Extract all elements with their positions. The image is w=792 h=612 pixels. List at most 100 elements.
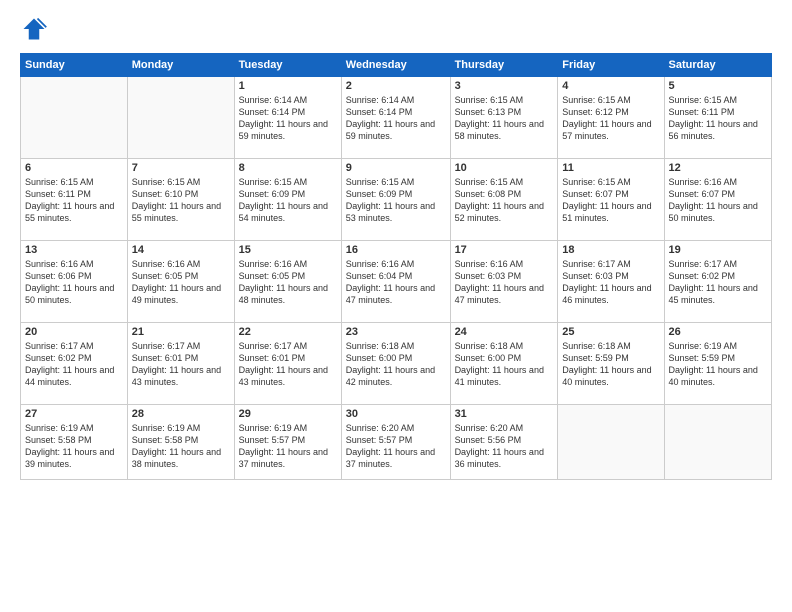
calendar-cell: 1 Sunrise: 6:14 AM Sunset: 6:14 PM Daylig…: [234, 77, 341, 159]
day-info: Sunrise: 6:14 AM Sunset: 6:14 PM Dayligh…: [346, 94, 446, 143]
day-info: Sunrise: 6:16 AM Sunset: 6:05 PM Dayligh…: [132, 258, 230, 307]
day-number: 4: [562, 80, 659, 92]
day-number: 3: [455, 80, 554, 92]
calendar-cell: 9 Sunrise: 6:15 AM Sunset: 6:09 PM Daylig…: [341, 159, 450, 241]
day-number: 16: [346, 244, 446, 256]
day-info: Sunrise: 6:17 AM Sunset: 6:03 PM Dayligh…: [562, 258, 659, 307]
day-info: Sunrise: 6:15 AM Sunset: 6:11 PM Dayligh…: [25, 176, 123, 225]
calendar-week-2: 6 Sunrise: 6:15 AM Sunset: 6:11 PM Daylig…: [21, 159, 772, 241]
calendar-cell: 31 Sunrise: 6:20 AM Sunset: 5:56 PM Dayli…: [450, 405, 558, 480]
day-number: 28: [132, 408, 230, 420]
day-number: 11: [562, 162, 659, 174]
calendar-cell: 22 Sunrise: 6:17 AM Sunset: 6:01 PM Dayli…: [234, 323, 341, 405]
calendar-cell: 2 Sunrise: 6:14 AM Sunset: 6:14 PM Daylig…: [341, 77, 450, 159]
calendar-cell: 14Sunrise: 6:16 AM Sunset: 6:05 PM Dayli…: [127, 241, 234, 323]
day-number: 21: [132, 326, 230, 338]
calendar-cell: 10Sunrise: 6:15 AM Sunset: 6:08 PM Dayli…: [450, 159, 558, 241]
calendar-cell: 17 Sunrise: 6:16 AM Sunset: 6:03 PM Dayli…: [450, 241, 558, 323]
day-number: 27: [25, 408, 123, 420]
weekday-header-friday: Friday: [558, 54, 664, 77]
calendar-cell: 3 Sunrise: 6:15 AM Sunset: 6:13 PM Daylig…: [450, 77, 558, 159]
calendar-cell: 26Sunrise: 6:19 AM Sunset: 5:59 PM Dayli…: [664, 323, 771, 405]
day-number: 1: [239, 80, 337, 92]
calendar-cell: 13 Sunrise: 6:16 AM Sunset: 6:06 PM Dayli…: [21, 241, 128, 323]
calendar-cell: [127, 77, 234, 159]
calendar-cell: 11Sunrise: 6:15 AM Sunset: 6:07 PM Dayli…: [558, 159, 664, 241]
day-info: Sunrise: 6:16 AM Sunset: 6:05 PM Dayligh…: [239, 258, 337, 307]
calendar-week-4: 20 Sunrise: 6:17 AM Sunset: 6:02 PM Dayli…: [21, 323, 772, 405]
day-number: 7: [132, 162, 230, 174]
calendar-cell: 4 Sunrise: 6:15 AM Sunset: 6:12 PM Daylig…: [558, 77, 664, 159]
day-info: Sunrise: 6:17 AM Sunset: 6:02 PM Dayligh…: [25, 340, 123, 389]
day-info: Sunrise: 6:20 AM Sunset: 5:57 PM Dayligh…: [346, 422, 446, 471]
day-number: 13: [25, 244, 123, 256]
day-info: Sunrise: 6:19 AM Sunset: 5:58 PM Dayligh…: [25, 422, 123, 471]
day-number: 5: [669, 80, 767, 92]
calendar-cell: 18 Sunrise: 6:17 AM Sunset: 6:03 PM Dayli…: [558, 241, 664, 323]
calendar: SundayMondayTuesdayWednesdayThursdayFrid…: [20, 53, 772, 480]
calendar-cell: 24 Sunrise: 6:18 AM Sunset: 6:00 PM Dayli…: [450, 323, 558, 405]
day-number: 2: [346, 80, 446, 92]
day-info: Sunrise: 6:19 AM Sunset: 5:58 PM Dayligh…: [132, 422, 230, 471]
day-number: 31: [455, 408, 554, 420]
calendar-cell: 5 Sunrise: 6:15 AM Sunset: 6:11 PM Daylig…: [664, 77, 771, 159]
calendar-cell: [21, 77, 128, 159]
day-number: 20: [25, 326, 123, 338]
weekday-header-monday: Monday: [127, 54, 234, 77]
day-number: 9: [346, 162, 446, 174]
day-info: Sunrise: 6:16 AM Sunset: 6:04 PM Dayligh…: [346, 258, 446, 307]
calendar-cell: 21 Sunrise: 6:17 AM Sunset: 6:01 PM Dayli…: [127, 323, 234, 405]
weekday-header-row: SundayMondayTuesdayWednesdayThursdayFrid…: [21, 54, 772, 77]
day-number: 23: [346, 326, 446, 338]
day-info: Sunrise: 6:16 AM Sunset: 6:03 PM Dayligh…: [455, 258, 554, 307]
calendar-cell: 30Sunrise: 6:20 AM Sunset: 5:57 PM Dayli…: [341, 405, 450, 480]
day-info: Sunrise: 6:17 AM Sunset: 6:02 PM Dayligh…: [669, 258, 767, 307]
day-info: Sunrise: 6:15 AM Sunset: 6:10 PM Dayligh…: [132, 176, 230, 225]
calendar-cell: 6 Sunrise: 6:15 AM Sunset: 6:11 PM Daylig…: [21, 159, 128, 241]
weekday-header-thursday: Thursday: [450, 54, 558, 77]
calendar-cell: [664, 405, 771, 480]
calendar-cell: 28 Sunrise: 6:19 AM Sunset: 5:58 PM Dayli…: [127, 405, 234, 480]
day-number: 18: [562, 244, 659, 256]
day-number: 22: [239, 326, 337, 338]
day-number: 25: [562, 326, 659, 338]
day-number: 19: [669, 244, 767, 256]
day-info: Sunrise: 6:15 AM Sunset: 6:13 PM Dayligh…: [455, 94, 554, 143]
day-number: 6: [25, 162, 123, 174]
day-info: Sunrise: 6:17 AM Sunset: 6:01 PM Dayligh…: [239, 340, 337, 389]
calendar-cell: [558, 405, 664, 480]
day-number: 12: [669, 162, 767, 174]
day-info: Sunrise: 6:15 AM Sunset: 6:09 PM Dayligh…: [346, 176, 446, 225]
day-info: Sunrise: 6:15 AM Sunset: 6:11 PM Dayligh…: [669, 94, 767, 143]
header: [20, 15, 772, 43]
day-info: Sunrise: 6:14 AM Sunset: 6:14 PM Dayligh…: [239, 94, 337, 143]
calendar-cell: 19 Sunrise: 6:17 AM Sunset: 6:02 PM Dayli…: [664, 241, 771, 323]
logo-icon: [20, 15, 48, 43]
day-number: 15: [239, 244, 337, 256]
day-info: Sunrise: 6:18 AM Sunset: 6:00 PM Dayligh…: [346, 340, 446, 389]
day-info: Sunrise: 6:15 AM Sunset: 6:08 PM Dayligh…: [455, 176, 554, 225]
day-number: 24: [455, 326, 554, 338]
calendar-week-1: 1 Sunrise: 6:14 AM Sunset: 6:14 PM Daylig…: [21, 77, 772, 159]
day-info: Sunrise: 6:18 AM Sunset: 6:00 PM Dayligh…: [455, 340, 554, 389]
day-number: 29: [239, 408, 337, 420]
day-info: Sunrise: 6:15 AM Sunset: 6:09 PM Dayligh…: [239, 176, 337, 225]
calendar-cell: 25Sunrise: 6:18 AM Sunset: 5:59 PM Dayli…: [558, 323, 664, 405]
calendar-cell: 29 Sunrise: 6:19 AM Sunset: 5:57 PM Dayli…: [234, 405, 341, 480]
logo: [20, 15, 52, 43]
calendar-cell: 7 Sunrise: 6:15 AM Sunset: 6:10 PM Daylig…: [127, 159, 234, 241]
day-info: Sunrise: 6:15 AM Sunset: 6:12 PM Dayligh…: [562, 94, 659, 143]
day-info: Sunrise: 6:19 AM Sunset: 5:57 PM Dayligh…: [239, 422, 337, 471]
calendar-week-3: 13 Sunrise: 6:16 AM Sunset: 6:06 PM Dayli…: [21, 241, 772, 323]
day-info: Sunrise: 6:16 AM Sunset: 6:06 PM Dayligh…: [25, 258, 123, 307]
day-info: Sunrise: 6:20 AM Sunset: 5:56 PM Dayligh…: [455, 422, 554, 471]
day-info: Sunrise: 6:17 AM Sunset: 6:01 PM Dayligh…: [132, 340, 230, 389]
day-info: Sunrise: 6:19 AM Sunset: 5:59 PM Dayligh…: [669, 340, 767, 389]
calendar-week-5: 27 Sunrise: 6:19 AM Sunset: 5:58 PM Dayli…: [21, 405, 772, 480]
day-number: 8: [239, 162, 337, 174]
day-number: 17: [455, 244, 554, 256]
calendar-cell: 23 Sunrise: 6:18 AM Sunset: 6:00 PM Dayli…: [341, 323, 450, 405]
calendar-cell: 15 Sunrise: 6:16 AM Sunset: 6:05 PM Dayli…: [234, 241, 341, 323]
weekday-header-sunday: Sunday: [21, 54, 128, 77]
calendar-cell: 16 Sunrise: 6:16 AM Sunset: 6:04 PM Dayli…: [341, 241, 450, 323]
